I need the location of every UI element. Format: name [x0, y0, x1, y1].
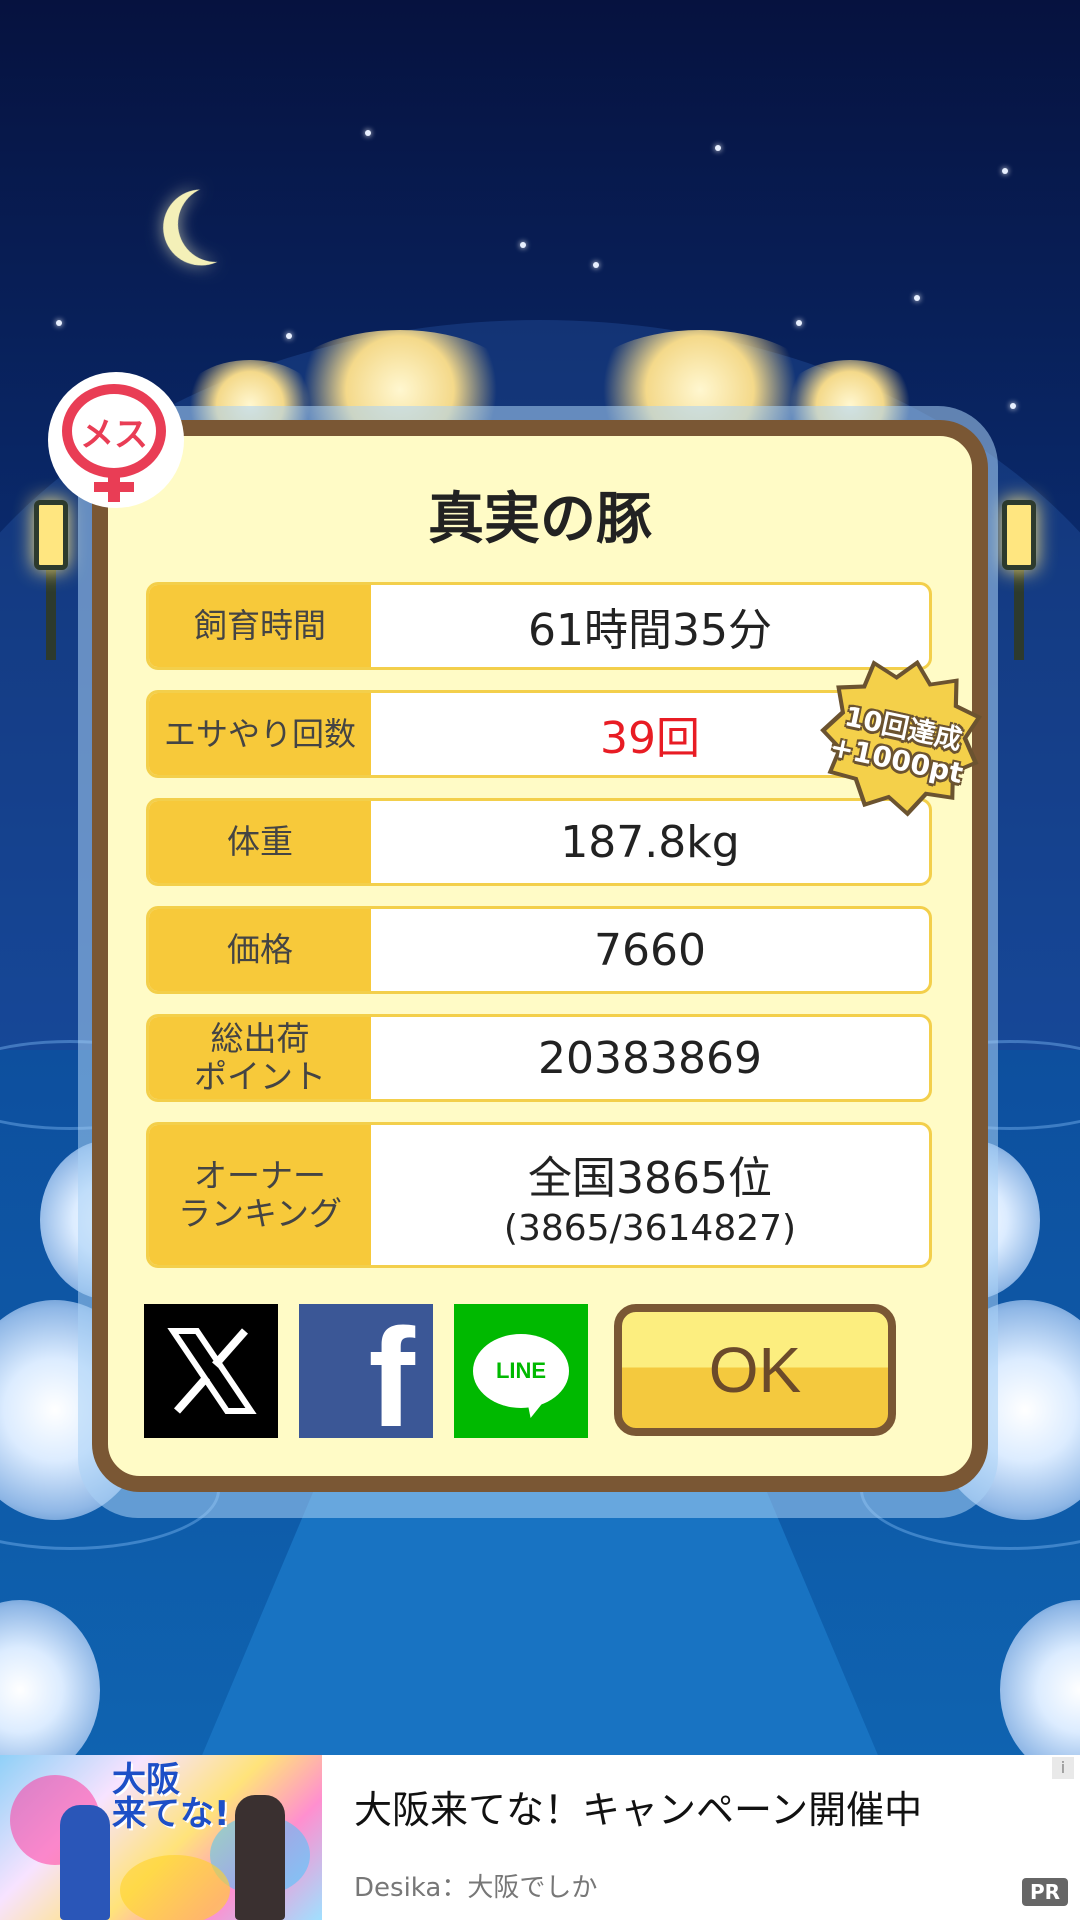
stat-row-price: 価格 7660	[146, 906, 932, 994]
star-icon	[520, 242, 526, 248]
stat-row-breeding-time: 飼育時間 61時間35分	[146, 582, 932, 670]
ranking-position: 全国3865位	[528, 1152, 772, 1204]
ad-person-figure	[235, 1795, 285, 1920]
star-icon	[365, 130, 371, 136]
x-logo-icon	[167, 1328, 257, 1414]
ad-banner[interactable]: 大阪 来てな! 大阪来てな！キャンペーン開催中 Desika：大阪でしか i P…	[0, 1755, 1080, 1920]
stat-row-shipping-points: 総出荷 ポイント 20383869	[146, 1014, 932, 1102]
ad-person-figure	[60, 1805, 110, 1920]
ad-info-icon[interactable]: i	[1052, 1757, 1074, 1779]
lamp-post	[1014, 560, 1024, 660]
stat-row-owner-ranking: オーナー ランキング 全国3865位 (3865/3614827)	[146, 1122, 932, 1268]
stat-label: 総出荷 ポイント	[149, 1017, 371, 1099]
share-facebook-button[interactable]: f	[299, 1304, 433, 1438]
ad-title[interactable]: 大阪来てな！キャンペーン開催中	[354, 1779, 922, 1834]
stat-value: 20383869	[538, 1032, 762, 1084]
stat-label: オーナー ランキング	[149, 1125, 371, 1265]
ad-image[interactable]: 大阪 来てな!	[0, 1755, 322, 1920]
share-line-button[interactable]: LINE	[454, 1304, 588, 1438]
gender-label: メス	[80, 414, 148, 455]
lamp-post	[46, 560, 56, 660]
stat-row-feed-count: エサやり回数 39回	[146, 690, 932, 778]
line-logo-icon: LINE	[473, 1334, 569, 1408]
ad-advertiser: Desika：大阪でしか	[354, 1873, 598, 1903]
stat-value: 187.8kg	[560, 816, 740, 868]
star-icon	[715, 145, 721, 151]
ok-button[interactable]: OK	[614, 1304, 896, 1436]
star-icon	[1010, 403, 1016, 409]
facebook-logo-icon: f	[368, 1304, 415, 1439]
star-icon	[796, 320, 802, 326]
stat-row-weight: 体重 187.8kg	[146, 798, 932, 886]
pr-badge: PR	[1021, 1878, 1068, 1906]
stat-label: 価格	[149, 909, 371, 991]
achievement-badge: 10回達成 +1000pt	[812, 650, 990, 828]
moon-icon	[172, 180, 260, 268]
share-x-button[interactable]	[144, 1304, 278, 1438]
stat-label: 飼育時間	[149, 585, 371, 667]
stat-value: 全国3865位 (3865/3614827)	[371, 1125, 929, 1265]
ad-image-logo: 大阪 来てな!	[112, 1760, 230, 1834]
star-icon	[1002, 168, 1008, 174]
star-icon	[56, 320, 62, 326]
stat-label: エサやり回数	[149, 693, 371, 775]
star-icon	[593, 262, 599, 268]
stat-label: 体重	[149, 801, 371, 883]
stat-value: 7660	[594, 924, 706, 976]
pig-name-title: 真実の豚	[428, 487, 652, 552]
star-icon	[286, 333, 292, 339]
ranking-detail: (3865/3614827)	[503, 1207, 797, 1249]
star-icon	[914, 295, 920, 301]
